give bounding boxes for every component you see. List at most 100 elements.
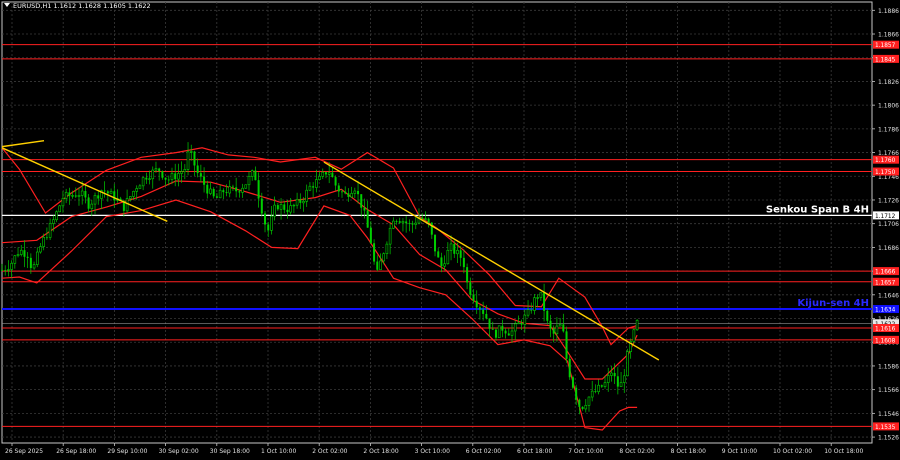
candle-body [562,324,565,332]
candle-body [388,227,392,245]
candle-body [164,177,167,180]
x-tick-label: 10 Oct 02:00 [773,448,812,455]
candle-body [103,190,106,192]
kijun-sen-label: Kijun-sen 4H [797,298,869,309]
candle-body [292,204,296,207]
candle-body [344,191,347,194]
candle-body [231,186,234,188]
candle-body [453,243,456,254]
x-tick-label: 30 Sep 18:00 [210,448,250,455]
price-chart[interactable]: 1.18861.18661.18461.18261.18061.17861.17… [0,0,900,460]
candle-body [183,169,187,172]
trend-line [1,140,45,148]
candle-body [494,329,497,338]
candle-body [154,168,158,171]
candle-body [93,195,97,205]
level-price-label: 1.1608 [875,338,896,344]
candle-body [395,221,398,222]
candle-body [590,390,594,398]
candle-body [180,171,183,174]
candle-body [141,177,145,187]
candle-body [29,257,32,269]
ohlc-high: 1.1628 [78,2,102,10]
candle-body [193,151,196,166]
candle-body [469,282,472,295]
level-price-label: 1.1535 [875,425,896,431]
candle-body [376,261,379,270]
candle-body [513,323,517,332]
candle-body [170,173,174,180]
candle-body [575,387,578,400]
candle-body [466,267,469,283]
ohlc-close: 1.1622 [127,2,151,10]
candle-body [523,314,527,325]
candle-body [52,219,55,224]
candle-body [267,224,270,231]
y-tick-label: 1.1646 [878,292,899,299]
candle-body [61,198,65,207]
candle-body [360,194,363,208]
candle-body [235,187,238,192]
candle-body [478,307,481,310]
candle-body [26,256,29,258]
candle-body [497,325,501,339]
x-tick-label: 29 Sep 10:00 [107,448,147,455]
candle-body [616,376,619,387]
candle-body [491,328,494,330]
candle-body [414,222,418,225]
candle-body [632,329,636,342]
candle-body [80,190,84,196]
x-tick-label: 26 Sep 2025 [5,448,43,455]
candle-body [264,213,267,225]
candle-body [299,199,302,203]
candle-body [421,217,424,219]
senkou-span-label: Senkou Span B 4H [766,204,869,215]
candle-body [196,165,199,174]
candle-body [321,171,325,177]
candle-body [459,250,462,258]
candle-body [613,373,616,377]
candle-body [341,191,344,193]
candle-body [462,257,465,268]
level-price-label: 1.1634 [875,308,896,314]
y-tick-label: 1.1726 [878,197,899,204]
candle-body [507,333,510,336]
candle-body [353,190,357,194]
candle-body [549,320,552,329]
candle-body [619,382,623,387]
candle-body [203,176,206,185]
candle-body [606,375,610,383]
candle-body [546,310,549,321]
candle-body [286,209,289,213]
chart-window: 1.18861.18661.18461.18261.18061.17861.17… [0,0,900,460]
candle-body [347,193,350,197]
candle-body [357,190,360,195]
candle-body [398,221,401,223]
y-tick-label: 1.1546 [878,411,899,418]
x-tick-label: 9 Oct 10:00 [722,448,757,455]
x-tick-label: 1 Oct 10:00 [261,448,296,455]
candle-body [132,191,135,197]
candle-body [437,251,440,258]
candle-body [250,170,254,177]
candle-body [385,243,389,255]
x-tick-label: 8 Oct 18:00 [671,448,706,455]
candle-body [581,406,584,409]
candle-body [472,294,475,301]
y-tick-label: 1.1526 [878,435,899,442]
candle-body [558,324,562,327]
candle-body [135,188,139,192]
candle-body [517,322,520,325]
candle-body [308,185,312,191]
candle-body [260,198,263,214]
candle-body [427,218,430,223]
candle-body [244,184,248,189]
candle-body [530,309,533,311]
candle-body [318,176,321,180]
candle-body [125,198,129,212]
candle-body [533,297,536,311]
candle-body [71,195,74,197]
y-tick-label: 1.1886 [878,8,899,15]
y-tick-label: 1.1786 [878,126,899,133]
candle-body [35,251,39,265]
